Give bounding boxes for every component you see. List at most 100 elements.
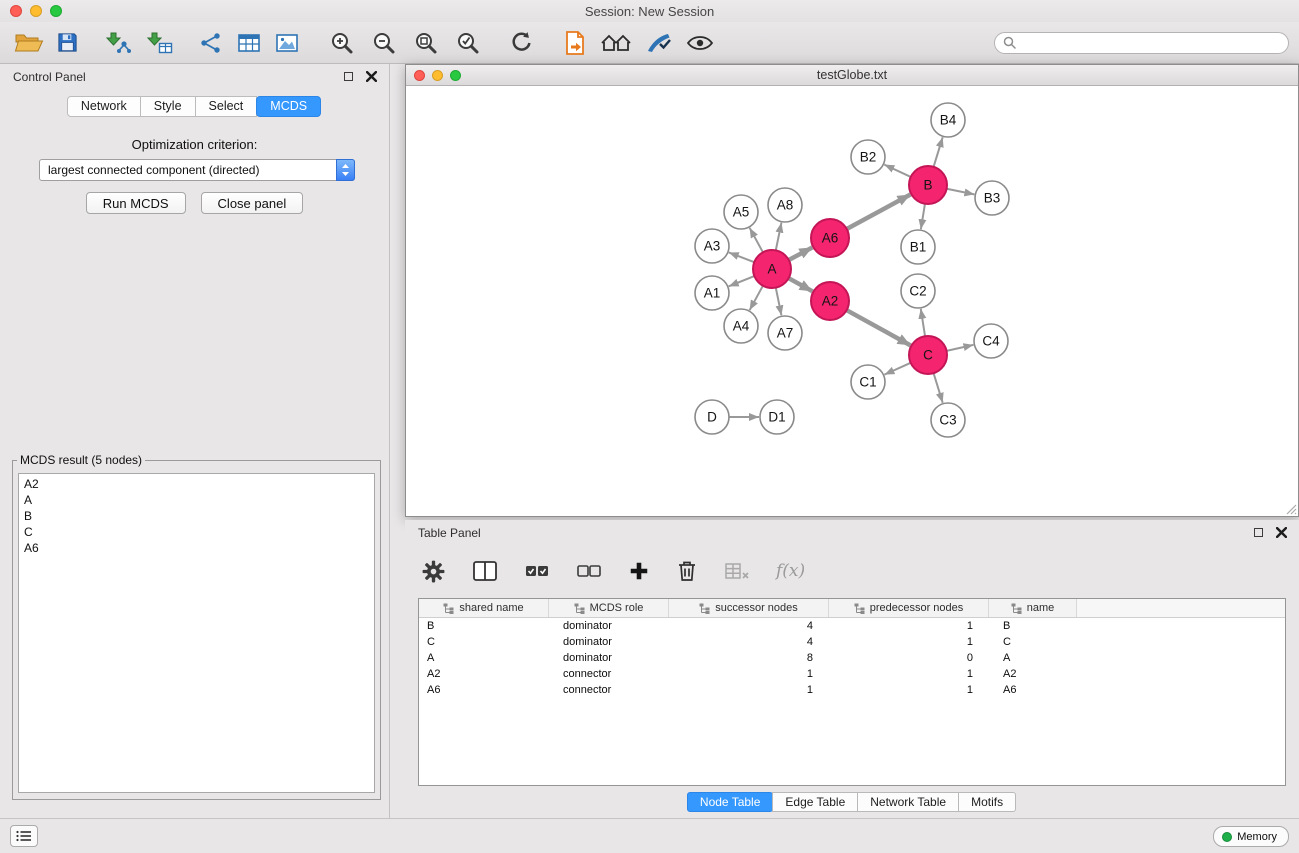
close-panel-icon[interactable]: [366, 71, 377, 82]
float-table-panel-icon[interactable]: [1254, 528, 1263, 537]
graph-node-A[interactable]: A: [753, 250, 791, 288]
table-settings-button[interactable]: [421, 553, 446, 589]
graph-node-A3[interactable]: A3: [695, 229, 729, 263]
zoom-in-button[interactable]: [329, 25, 355, 61]
graph-node-B1[interactable]: B1: [901, 230, 935, 264]
add-column-button[interactable]: [628, 553, 650, 589]
mcds-result-item[interactable]: A2: [24, 476, 369, 492]
column-header-predecessor-nodes[interactable]: predecessor nodes: [829, 599, 989, 617]
resize-handle-icon[interactable]: [1286, 504, 1297, 515]
table-tab-edge-table[interactable]: Edge Table: [772, 792, 858, 812]
graph-edge-C-C4[interactable]: [947, 345, 974, 351]
mcds-result-item[interactable]: A: [24, 492, 369, 508]
mcds-result-list[interactable]: A2ABCA6: [18, 473, 375, 793]
close-panel-button[interactable]: Close panel: [201, 192, 304, 214]
import-network-button[interactable]: [105, 25, 132, 61]
graph-node-C[interactable]: C: [909, 336, 947, 374]
table-tab-node-table[interactable]: Node Table: [687, 792, 774, 812]
graph-edge-B-B2[interactable]: [884, 165, 910, 177]
table-row[interactable]: Cdominator41C: [419, 634, 1285, 650]
zoom-window-button[interactable]: [50, 5, 62, 17]
graph-node-A8[interactable]: A8: [768, 188, 802, 222]
zoom-out-button[interactable]: [371, 25, 397, 61]
save-session-button[interactable]: [56, 25, 79, 61]
graph-node-B3[interactable]: B3: [975, 181, 1009, 215]
column-header-name[interactable]: name: [989, 599, 1077, 617]
zoom-selected-button[interactable]: [455, 25, 481, 61]
graph-node-D1[interactable]: D1: [760, 400, 794, 434]
select-all-button[interactable]: [524, 553, 550, 589]
home-button[interactable]: [600, 25, 632, 61]
tab-network[interactable]: Network: [67, 96, 141, 117]
zoom-fit-button[interactable]: [413, 25, 439, 61]
show-columns-button[interactable]: [472, 553, 498, 589]
graph-edge-A-A4[interactable]: [750, 286, 763, 310]
import-table-button[interactable]: [146, 25, 173, 61]
column-header-shared-name[interactable]: shared name: [419, 599, 549, 617]
graph-node-B4[interactable]: B4: [931, 103, 965, 137]
tab-style[interactable]: Style: [140, 96, 196, 117]
search-box[interactable]: [994, 32, 1289, 54]
graph-node-B2[interactable]: B2: [851, 140, 885, 174]
refresh-button[interactable]: [509, 25, 534, 61]
graph-edge-A-A8[interactable]: [776, 223, 782, 251]
deselect-all-button[interactable]: [576, 553, 602, 589]
network-window-titlebar[interactable]: testGlobe.txt: [406, 65, 1298, 86]
function-builder-button[interactable]: f(x): [776, 561, 805, 581]
graph-edge-C-C2[interactable]: [921, 309, 925, 336]
tab-select[interactable]: Select: [195, 96, 258, 117]
graph-edge-A-A6[interactable]: [789, 247, 813, 260]
graph-node-C2[interactable]: C2: [901, 274, 935, 308]
graph-edge-A-A3[interactable]: [729, 252, 754, 262]
network-graph[interactable]: B4B2BB3A8A5A6A3B1AC2A1A2A4A7C4CC1DD1C3: [406, 86, 1298, 516]
mcds-result-item[interactable]: B: [24, 508, 369, 524]
run-mcds-button[interactable]: Run MCDS: [86, 192, 186, 214]
mcds-result-item[interactable]: A6: [24, 540, 369, 556]
graph-edge-A-A1[interactable]: [729, 276, 755, 286]
column-header-successor-nodes[interactable]: successor nodes: [669, 599, 829, 617]
graph-node-A1[interactable]: A1: [695, 276, 729, 310]
graph-node-A2[interactable]: A2: [811, 282, 849, 320]
minimize-window-button[interactable]: [30, 5, 42, 17]
graph-edge-C-C1[interactable]: [884, 363, 910, 375]
graph-edge-B-B1[interactable]: [921, 204, 925, 229]
graph-edge-A-A7[interactable]: [776, 288, 782, 316]
network-canvas[interactable]: B4B2BB3A8A5A6A3B1AC2A1A2A4A7C4CC1DD1C3: [406, 86, 1298, 516]
delete-table-button[interactable]: [724, 553, 750, 589]
graph-node-D[interactable]: D: [695, 400, 729, 434]
new-table-button[interactable]: [237, 25, 261, 61]
table-row[interactable]: Bdominator41B: [419, 618, 1285, 634]
memory-button[interactable]: Memory: [1213, 826, 1289, 847]
graph-edge-B-B3[interactable]: [947, 189, 975, 195]
graph-node-A7[interactable]: A7: [768, 316, 802, 350]
graph-edge-A6-B[interactable]: [847, 195, 911, 229]
export-image-button[interactable]: [275, 25, 299, 61]
graph-edge-A-A5[interactable]: [750, 228, 763, 252]
graph-node-A5[interactable]: A5: [724, 195, 758, 229]
table-tab-network-table[interactable]: Network Table: [857, 792, 959, 812]
graph-edge-C-C3[interactable]: [934, 373, 943, 403]
float-panel-icon[interactable]: [344, 72, 353, 81]
tab-mcds[interactable]: MCDS: [256, 96, 321, 117]
graph-node-A6[interactable]: A6: [811, 219, 849, 257]
show-hide-button[interactable]: [686, 25, 714, 61]
graph-edge-B-B4[interactable]: [934, 137, 943, 167]
graph-edge-A2-C[interactable]: [847, 310, 911, 345]
delete-column-button[interactable]: [676, 553, 698, 589]
mcds-result-item[interactable]: C: [24, 524, 369, 540]
table-row[interactable]: Adominator80A: [419, 650, 1285, 666]
task-history-button[interactable]: [10, 825, 38, 847]
graph-node-A4[interactable]: A4: [724, 309, 758, 343]
close-table-panel-icon[interactable]: [1276, 527, 1287, 538]
open-recent-button[interactable]: [564, 25, 586, 61]
graph-node-C1[interactable]: C1: [851, 365, 885, 399]
table-tab-motifs[interactable]: Motifs: [958, 792, 1016, 812]
search-input[interactable]: [1021, 36, 1280, 50]
graph-node-C4[interactable]: C4: [974, 324, 1008, 358]
apply-style-button[interactable]: [646, 25, 672, 61]
table-row[interactable]: A6connector11A6: [419, 682, 1285, 698]
graph-node-B[interactable]: B: [909, 166, 947, 204]
graph-edge-A-A2[interactable]: [789, 278, 813, 291]
close-window-button[interactable]: [10, 5, 22, 17]
criterion-dropdown[interactable]: largest connected component (directed): [39, 159, 355, 181]
